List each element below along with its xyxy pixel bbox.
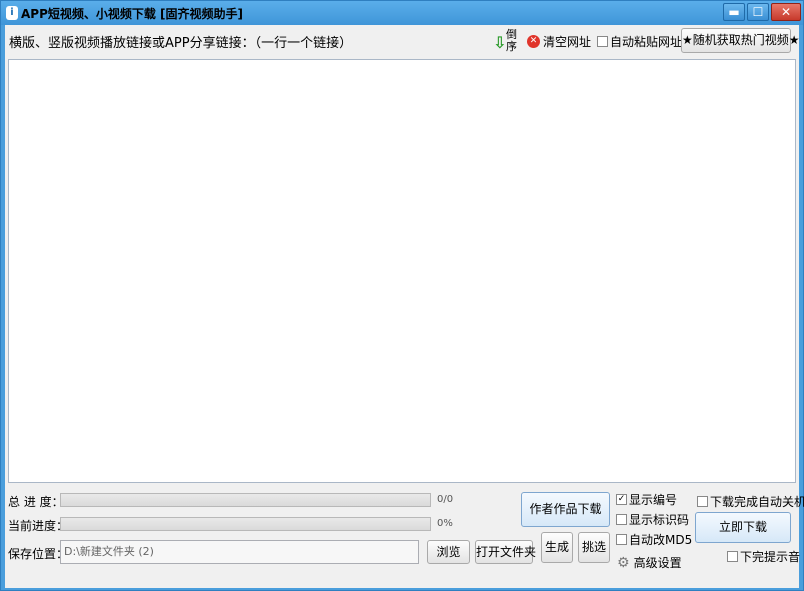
show-marker-label: 显示标识码 bbox=[629, 513, 690, 527]
minimize-button[interactable]: ▬ bbox=[723, 3, 745, 21]
show-marker-box[interactable] bbox=[616, 514, 627, 525]
clear-urls-label: 清空网址 bbox=[543, 35, 592, 49]
app-window: i APP短视频、小视频下载 [固齐视频助手] ▬ ☐ ✕ 横版、竖版视频播放链… bbox=[0, 0, 804, 591]
clear-urls-button[interactable]: ✕ 清空网址 bbox=[527, 33, 591, 49]
clear-icon: ✕ bbox=[527, 35, 540, 48]
download-now-button[interactable]: 立即下载 bbox=[695, 512, 791, 543]
current-progress-bar bbox=[60, 517, 431, 531]
auto-paste-checkbox[interactable]: 自动粘贴网址 bbox=[597, 33, 682, 50]
app-info-icon: i bbox=[6, 6, 18, 20]
save-location-label: 保存位置： bbox=[8, 547, 69, 561]
total-progress-label: 总 进 度： bbox=[8, 495, 64, 509]
show-marker-checkbox[interactable]: 显示标识码 bbox=[616, 511, 689, 528]
url-textarea[interactable] bbox=[8, 59, 796, 483]
finish-sound-box[interactable] bbox=[727, 551, 738, 562]
show-number-checkbox[interactable]: ✓ 显示编号 bbox=[616, 491, 677, 508]
finish-sound-checkbox[interactable]: 下完提示音 bbox=[727, 548, 800, 565]
save-path-input[interactable]: D:\新建文件夹 (2) bbox=[60, 540, 419, 564]
current-progress-value: 0% bbox=[437, 518, 453, 529]
reverse-order-label: 倒序 bbox=[506, 28, 517, 53]
total-progress-value: 0/0 bbox=[437, 494, 454, 505]
auto-md5-label: 自动改MD5 bbox=[629, 533, 693, 547]
auto-shutdown-checkbox[interactable]: 下载完成自动关机 bbox=[697, 493, 804, 510]
show-number-box[interactable]: ✓ bbox=[616, 494, 627, 505]
auto-md5-checkbox[interactable]: 自动改MD5 bbox=[616, 531, 692, 548]
title-bar[interactable]: i APP短视频、小视频下载 [固齐视频助手] ▬ ☐ ✕ bbox=[1, 1, 803, 25]
generate-button[interactable]: 生成 bbox=[541, 532, 573, 563]
auto-shutdown-box[interactable] bbox=[697, 496, 708, 507]
random-hot-video-button[interactable]: ★随机获取热门视频★ bbox=[681, 28, 800, 53]
browse-button[interactable]: 浏览 bbox=[427, 540, 470, 564]
auto-paste-label: 自动粘贴网址 bbox=[610, 35, 683, 49]
window-title: APP短视频、小视频下载 [固齐视频助手] bbox=[21, 7, 244, 21]
arrow-down-icon: ⇩ bbox=[493, 33, 507, 52]
total-progress-bar bbox=[60, 493, 431, 507]
url-instruction-label: 横版、竖版视频播放链接或APP分享链接：（一行一个链接） bbox=[9, 36, 353, 51]
close-button[interactable]: ✕ bbox=[771, 3, 801, 21]
auto-paste-box[interactable] bbox=[597, 36, 608, 47]
gear-icon: ⚙ bbox=[617, 554, 630, 571]
select-button[interactable]: 挑选 bbox=[578, 532, 610, 563]
client-area: 横版、竖版视频播放链接或APP分享链接：（一行一个链接） ⇩ 倒序 ✕ 清空网址 … bbox=[5, 25, 804, 588]
show-number-label: 显示编号 bbox=[629, 493, 678, 507]
finish-sound-label: 下完提示音 bbox=[740, 550, 801, 564]
advanced-settings-label: 高级设置 bbox=[633, 556, 682, 570]
maximize-button[interactable]: ☐ bbox=[747, 3, 769, 21]
auto-md5-box[interactable] bbox=[616, 534, 627, 545]
auto-shutdown-label: 下载完成自动关机 bbox=[710, 495, 804, 509]
reverse-order-button[interactable]: ⇩ 倒序 bbox=[493, 27, 519, 57]
advanced-settings-button[interactable]: ⚙ 高级设置 bbox=[617, 554, 682, 571]
current-progress-label: 当前进度： bbox=[8, 519, 69, 533]
author-works-download-button[interactable]: 作者作品下载 bbox=[521, 492, 610, 527]
open-folder-button[interactable]: 打开文件夹 bbox=[475, 540, 536, 564]
